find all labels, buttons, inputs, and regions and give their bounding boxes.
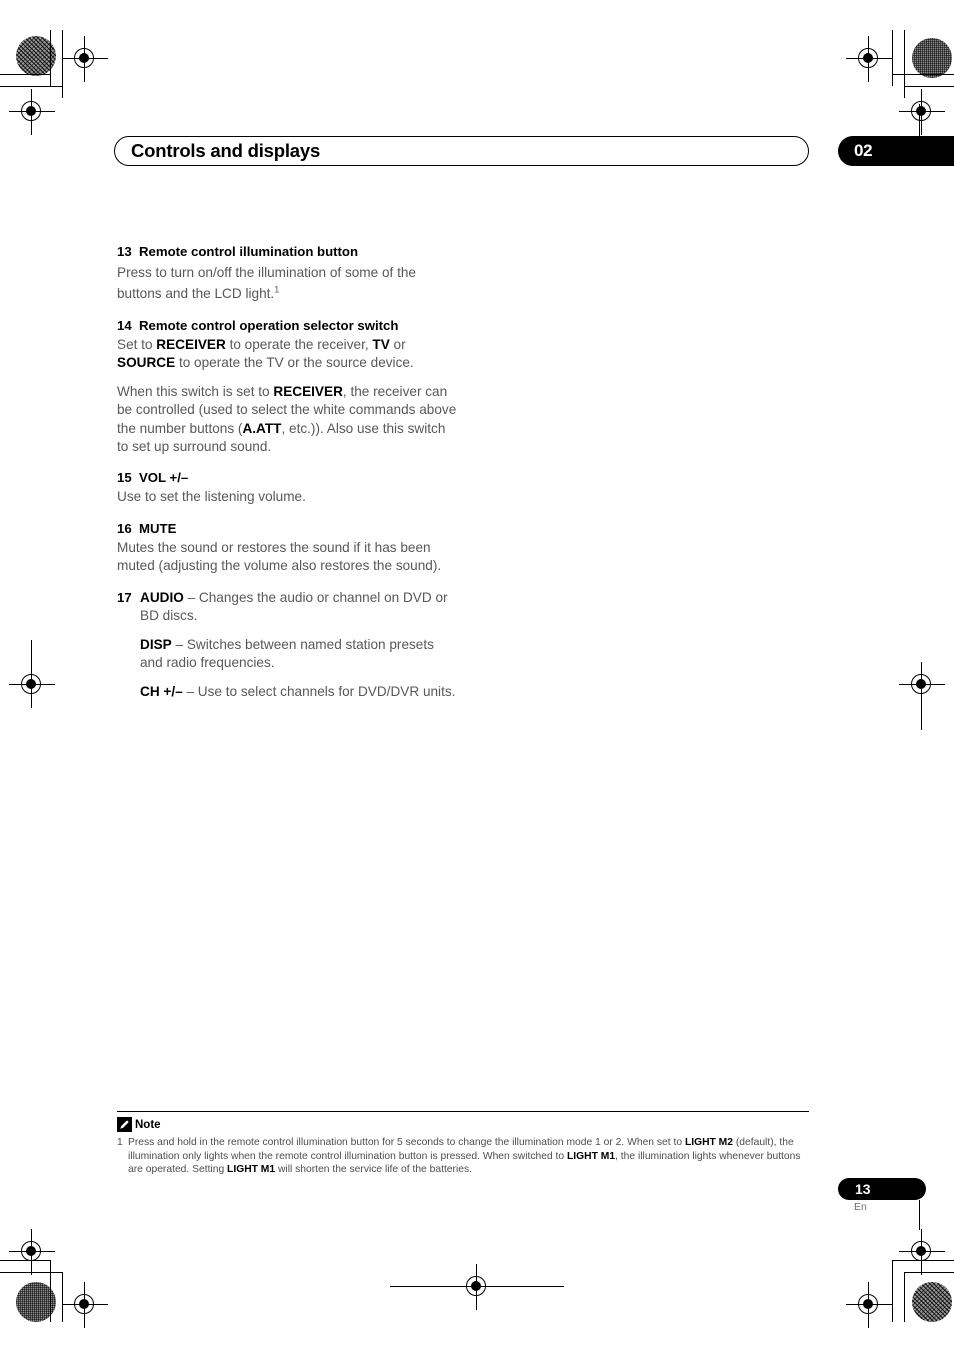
manual-page: Controls and displays 02 13 Remote contr… (0, 0, 954, 1351)
crop-line-bl-v2 (62, 1272, 63, 1322)
crop-line-br-v2 (904, 1272, 905, 1322)
registration-target-bottom-right-inner (846, 1282, 892, 1328)
registration-target-top-left-outer (9, 89, 55, 135)
registration-target-bottom-left-outer (9, 1229, 55, 1275)
halftone-circle-top-right (912, 38, 952, 78)
control-item-14-body: Set to RECEIVER to operate the receiver,… (117, 337, 457, 455)
control-item-16: 16 MUTE Mutes the sound or restores the … (117, 520, 457, 576)
crop-line-br-h1 (892, 1260, 954, 1261)
crop-line-mid-right (921, 708, 922, 730)
registration-target-top-left-inner (62, 36, 108, 82)
page-number: 13 (855, 1181, 871, 1197)
crop-line-br-v1 (892, 1260, 893, 1322)
registration-target-bottom-left-inner (62, 1282, 108, 1328)
crop-line-tl-v1 (50, 30, 51, 86)
control-item-17: 17 AUDIO – Changes the audio or channel … (117, 589, 457, 702)
crop-line-bl-h1 (0, 1260, 51, 1261)
registration-target-mid-right (899, 662, 945, 708)
registration-target-bottom-center (454, 1264, 500, 1310)
control-item-17-number: 17 (117, 589, 132, 605)
note-pen-icon (117, 1117, 132, 1132)
control-item-16-body: Mutes the sound or restores the sound if… (117, 539, 442, 574)
note-footnote-text: Press and hold in the remote control ill… (128, 1137, 801, 1176)
chapter-crop-tick (919, 104, 920, 136)
control-item-15-heading: 15 VOL +/– (117, 470, 189, 486)
registration-target-bottom-right-outer (899, 1229, 945, 1275)
registration-target-top-right-inner (846, 36, 892, 82)
control-item-14: 14 Remote control operation selector swi… (117, 317, 457, 456)
crop-line-bottom-center-right (498, 1286, 564, 1287)
control-item-13-heading: 13 Remote control illumination button (117, 244, 359, 259)
page-number-badge: 13 (838, 1178, 926, 1200)
chapter-number: 02 (854, 141, 873, 160)
note-body: 1 Press and hold in the remote control i… (117, 1136, 811, 1177)
control-item-15: 15 VOL +/– Use to set the listening volu… (117, 469, 457, 506)
control-item-14-heading: 14 Remote control operation selector swi… (117, 318, 399, 333)
control-item-15-body: Use to set the listening volume. (117, 489, 306, 505)
crop-line-tr-h2 (904, 86, 954, 87)
registration-target-mid-left (9, 662, 55, 708)
control-item-13: 13 Remote control illumination button Pr… (117, 243, 457, 304)
page-language-label: En (854, 1201, 867, 1213)
crop-line-tl-h1 (0, 74, 51, 75)
crop-line-br-h2 (904, 1272, 954, 1273)
halftone-circle-bottom-right (912, 1282, 952, 1322)
registration-target-top-right-outer (899, 89, 945, 135)
note-label: Note (135, 1118, 161, 1131)
crop-line-mid-left (31, 640, 32, 662)
crop-line-tr-h1 (892, 74, 954, 75)
page-title: Controls and displays (131, 140, 321, 161)
content-column: 13 Remote control illumination button Pr… (117, 243, 457, 715)
control-item-17-body: AUDIO – Changes the audio or channel on … (140, 589, 456, 700)
crop-line-bottom-center-left (390, 1286, 456, 1287)
crop-line-tr-v2 (904, 30, 905, 98)
crop-line-tl-v2 (62, 30, 63, 98)
chapter-badge: 02 (838, 136, 954, 166)
note-separator-rule (117, 1111, 809, 1113)
control-item-13-body: Press to turn on/off the illumination of… (117, 265, 416, 301)
note-header: Note (117, 1117, 161, 1132)
note-footnote-number: 1 (117, 1137, 123, 1148)
crop-line-tr-v1 (892, 30, 893, 86)
control-item-16-heading: 16 MUTE (117, 520, 177, 536)
crop-line-bl-h2 (0, 1272, 63, 1273)
crop-line-bl-v1 (50, 1260, 51, 1322)
page-crop-tick (919, 1200, 920, 1230)
crop-line-tl-h2 (0, 86, 63, 87)
